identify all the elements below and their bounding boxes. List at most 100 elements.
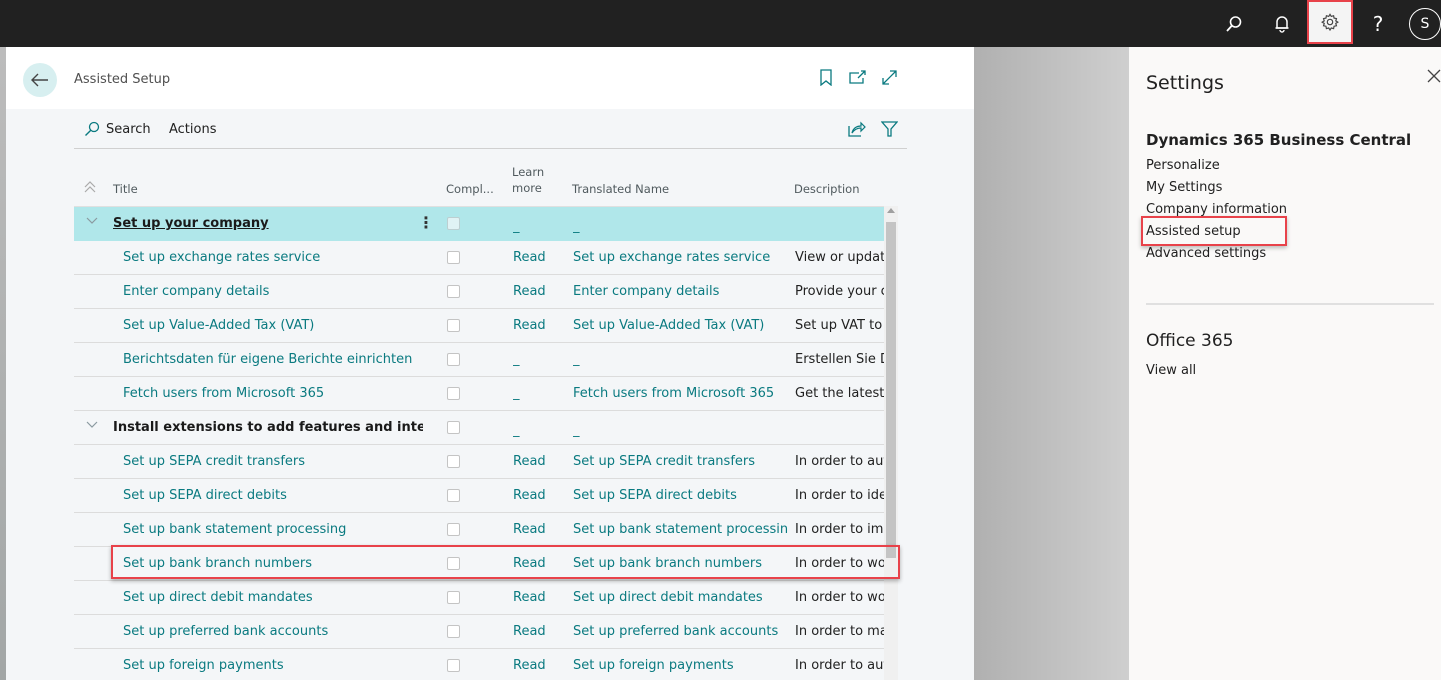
row-title-link[interactable]: Set up direct debit mandates: [123, 590, 433, 605]
row-title-link[interactable]: Set up exchange rates service: [123, 250, 433, 265]
row-title-link[interactable]: Enter company details: [123, 284, 433, 299]
table-row[interactable]: Enter company details Read Enter company d…: [74, 275, 889, 309]
learn-more-link[interactable]: Read: [513, 522, 546, 537]
translated-name-link[interactable]: Fetch users from Microsoft 365: [573, 386, 788, 401]
learn-more-link[interactable]: Read: [513, 590, 546, 605]
bell-icon[interactable]: [1259, 0, 1305, 47]
learn-more-link[interactable]: _: [513, 423, 520, 438]
row-title-link[interactable]: Set up foreign payments: [123, 658, 433, 673]
row-actions-menu-icon[interactable]: ⋮: [418, 213, 434, 232]
table-row[interactable]: Berichtsdaten für eigene Berichte einric…: [74, 343, 889, 377]
row-title-link[interactable]: Set up SEPA direct debits: [123, 488, 433, 503]
column-header-description[interactable]: Description: [794, 182, 860, 196]
learn-more-link[interactable]: Read: [513, 284, 546, 299]
row-title-link[interactable]: Fetch users from Microsoft 365: [123, 386, 433, 401]
filter-icon[interactable]: [880, 121, 899, 141]
row-title-link[interactable]: Install extensions to add features and i…: [113, 420, 423, 435]
expand-icon[interactable]: [881, 69, 898, 90]
completed-checkbox[interactable]: [447, 455, 460, 468]
table-row[interactable]: Set up SEPA direct debits Read Set up SEPA…: [74, 479, 889, 513]
learn-more-link[interactable]: _: [513, 352, 520, 367]
avatar[interactable]: S: [1402, 0, 1441, 47]
completed-checkbox[interactable]: [447, 421, 460, 434]
learn-more-link[interactable]: Read: [513, 624, 546, 639]
scrollbar-thumb[interactable]: [886, 222, 896, 558]
translated-name-link[interactable]: _: [573, 219, 788, 234]
row-title-link[interactable]: Berichtsdaten für eigene Berichte einric…: [123, 352, 433, 367]
translated-name-link[interactable]: Set up foreign payments: [573, 658, 788, 673]
table-row[interactable]: Set up bank statement processing Read Set …: [74, 513, 889, 547]
table-row[interactable]: Set up direct debit mandates Read Set up d…: [74, 581, 889, 615]
share-icon[interactable]: [848, 121, 866, 141]
row-title-link[interactable]: Set up Value-Added Tax (VAT): [123, 318, 433, 333]
completed-checkbox[interactable]: [447, 285, 460, 298]
completed-checkbox[interactable]: [447, 387, 460, 400]
column-header-learn-more[interactable]: Learn more: [512, 164, 544, 196]
completed-checkbox[interactable]: [447, 659, 460, 672]
table-row[interactable]: Set up bank branch numbers Read Set up ban…: [74, 547, 889, 581]
table-row[interactable]: Set up exchange rates service Read Set up …: [74, 241, 889, 275]
translated-name-link[interactable]: Set up Value-Added Tax (VAT): [573, 318, 788, 333]
translated-name-link[interactable]: Set up exchange rates service: [573, 250, 788, 265]
bookmark-icon[interactable]: [819, 69, 833, 90]
settings-link-company-information[interactable]: Company information: [1146, 199, 1287, 221]
row-title-link[interactable]: Set up your company: [113, 216, 423, 231]
learn-more-link[interactable]: Read: [513, 556, 546, 571]
settings-link-advanced-settings[interactable]: Advanced settings: [1146, 243, 1287, 265]
table-row[interactable]: Set up preferred bank accounts Read Set up…: [74, 615, 889, 649]
translated-name-link[interactable]: _: [573, 423, 788, 438]
learn-more-link[interactable]: _: [513, 219, 520, 234]
table-row[interactable]: Set up Value-Added Tax (VAT) Read Set up V…: [74, 309, 889, 343]
learn-more-link[interactable]: Read: [513, 454, 546, 469]
completed-checkbox[interactable]: [447, 591, 460, 604]
learn-more-link[interactable]: Read: [513, 658, 546, 673]
actions-menu-button[interactable]: Actions: [169, 122, 217, 137]
scroll-up-arrow-icon[interactable]: [887, 208, 895, 213]
table-row[interactable]: Set up foreign payments Read Set up foreig…: [74, 649, 889, 680]
settings-link-assisted-setup[interactable]: Assisted setup: [1146, 221, 1287, 243]
group-row[interactable]: Install extensions to add features and i…: [74, 411, 889, 445]
completed-checkbox[interactable]: [447, 353, 460, 366]
completed-checkbox[interactable]: [447, 489, 460, 502]
completed-checkbox[interactable]: [447, 217, 460, 230]
open-new-window-icon[interactable]: [849, 69, 867, 89]
completed-checkbox[interactable]: [447, 251, 460, 264]
translated-name-link[interactable]: _: [573, 352, 788, 367]
help-icon[interactable]: ?: [1355, 0, 1401, 47]
grid-scrollbar[interactable]: [884, 206, 898, 680]
search-button[interactable]: Search: [84, 121, 151, 137]
translated-name-link[interactable]: Set up direct debit mandates: [573, 590, 788, 605]
row-title-link[interactable]: Set up SEPA credit transfers: [123, 454, 433, 469]
column-header-completed[interactable]: Compl...: [446, 182, 494, 196]
table-row[interactable]: Set up SEPA credit transfers Read Set up S…: [74, 445, 889, 479]
settings-link-personalize[interactable]: Personalize: [1146, 155, 1287, 177]
column-header-title[interactable]: Title: [113, 182, 138, 196]
group-row[interactable]: Set up your company ⋮ _ _: [74, 207, 889, 241]
translated-name-link[interactable]: Set up SEPA credit transfers: [573, 454, 788, 469]
close-icon[interactable]: [1427, 69, 1441, 87]
chevron-down-icon[interactable]: [86, 418, 98, 433]
completed-checkbox[interactable]: [447, 625, 460, 638]
learn-more-link[interactable]: Read: [513, 250, 546, 265]
learn-more-link[interactable]: _: [513, 386, 520, 401]
search-icon[interactable]: [1211, 0, 1257, 47]
back-button[interactable]: [23, 63, 57, 97]
completed-checkbox[interactable]: [447, 319, 460, 332]
collapse-all-icon[interactable]: [84, 181, 96, 196]
translated-name-link[interactable]: Set up bank statement processing: [573, 522, 788, 537]
translated-name-link[interactable]: Set up SEPA direct debits: [573, 488, 788, 503]
chevron-down-icon[interactable]: [86, 214, 98, 229]
column-header-translated-name[interactable]: Translated Name: [572, 182, 669, 196]
view-all-link[interactable]: View all: [1146, 363, 1196, 378]
translated-name-link[interactable]: Set up preferred bank accounts: [573, 624, 788, 639]
translated-name-link[interactable]: Set up bank branch numbers: [573, 556, 788, 571]
table-row[interactable]: Fetch users from Microsoft 365 _ Fetch use…: [74, 377, 889, 411]
settings-link-my-settings[interactable]: My Settings: [1146, 177, 1287, 199]
translated-name-link[interactable]: Enter company details: [573, 284, 788, 299]
learn-more-link[interactable]: Read: [513, 488, 546, 503]
row-title-link[interactable]: Set up bank statement processing: [123, 522, 433, 537]
learn-more-link[interactable]: Read: [513, 318, 546, 333]
row-title-link[interactable]: Set up bank branch numbers: [123, 556, 433, 571]
gear-icon[interactable]: [1307, 0, 1353, 44]
row-title-link[interactable]: Set up preferred bank accounts: [123, 624, 433, 639]
